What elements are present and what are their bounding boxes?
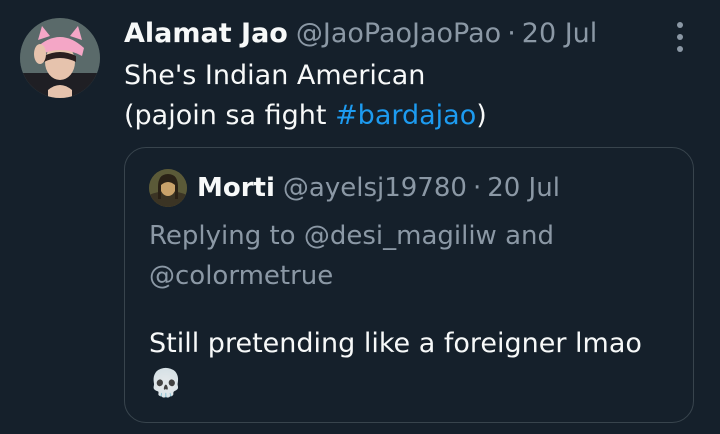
tweet-text-prefix: (pajoin sa fight — [124, 100, 336, 131]
replying-to-line-1: Replying to @desi_magiliw and — [149, 221, 554, 251]
quoted-separator-dot: · — [472, 173, 482, 203]
tweet-header: Alamat Jao @JaoPaoJaoPao · 20 Jul — [124, 14, 597, 54]
author-name[interactable]: Alamat Jao — [124, 14, 288, 54]
quoted-tweet-text: Still pretending like a foreigner lmao 💀 — [149, 324, 669, 404]
tweet-text-line-2: (pajoin sa fight #bardajao) — [124, 96, 684, 136]
tweet[interactable]: Alamat Jao @JaoPaoJaoPao · 20 Jul She's … — [0, 0, 720, 434]
quoted-tweet-date[interactable]: 20 Jul — [487, 173, 560, 203]
quoted-author-name[interactable]: Morti — [197, 173, 275, 203]
replying-to-line-2: @colormetrue — [149, 261, 334, 291]
separator-dot: · — [507, 18, 516, 49]
quoted-author-handle[interactable]: @ayelsj19780 — [283, 173, 467, 203]
tweet-text-line-1: She's Indian American — [124, 60, 426, 91]
tweet-text: She's Indian American (pajoin sa fight #… — [124, 56, 684, 136]
replying-to: Replying to @desi_magiliw and @colormetr… — [149, 216, 669, 296]
quoted-text-line-1: Still pretending like a foreigner lmao — [149, 328, 642, 359]
quoted-tweet-header: Morti @ayelsj19780 · 20 Jul — [149, 168, 560, 208]
more-vertical-icon[interactable] — [670, 22, 690, 52]
skull-emoji: 💀 — [149, 368, 183, 399]
author-avatar[interactable] — [20, 18, 100, 98]
quoted-tweet[interactable]: Morti @ayelsj19780 · 20 Jul Replying to … — [124, 147, 694, 423]
author-handle[interactable]: @JaoPaoJaoPao — [296, 14, 501, 54]
tweet-text-suffix: ) — [476, 100, 487, 131]
tweet-date[interactable]: 20 Jul — [522, 14, 598, 54]
quoted-author-avatar — [149, 169, 187, 207]
hashtag-link[interactable]: #bardajao — [335, 100, 476, 131]
